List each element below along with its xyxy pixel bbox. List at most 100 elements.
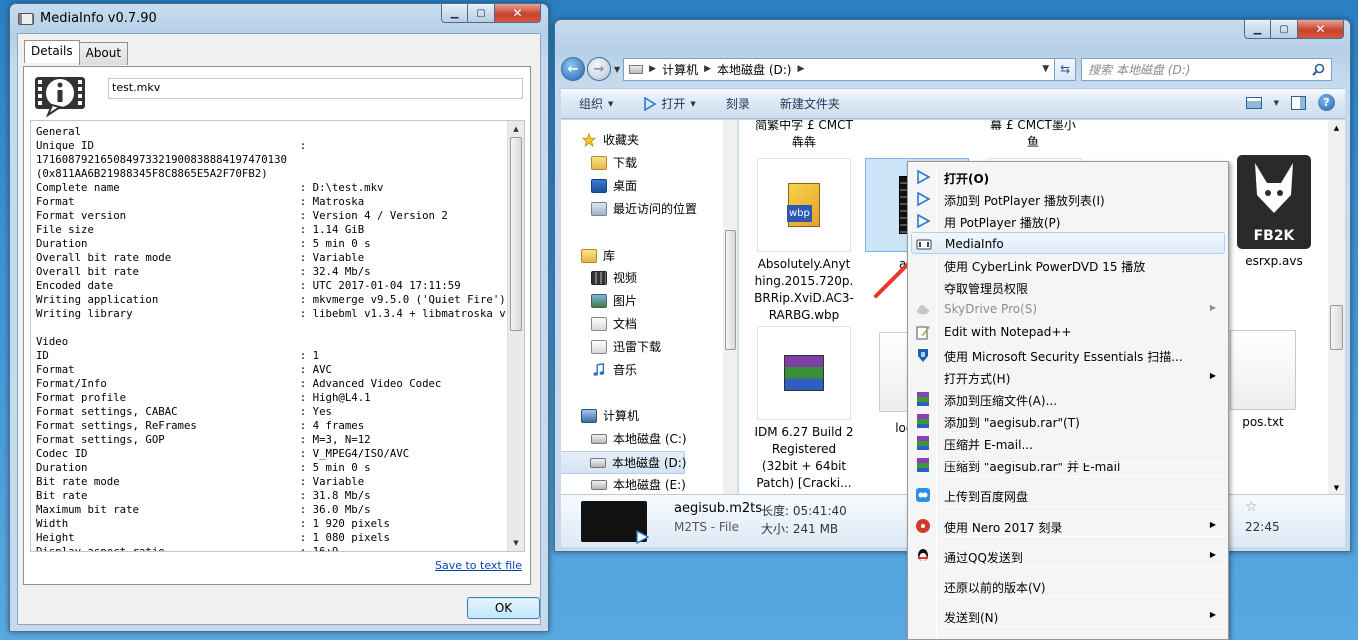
address-dropdown-icon[interactable]: ▼ [1042,64,1049,74]
breadcrumb-computer[interactable]: 计算机 [662,61,698,78]
file-list-scrollbar[interactable]: ▲ ▼ [1328,120,1345,494]
nav-music[interactable]: 音乐 [591,361,637,378]
ok-button[interactable]: OK [467,597,540,619]
nav-drive-e[interactable]: 本地磁盘 (E:) [591,476,686,493]
nav-computer[interactable]: 计算机 [581,407,639,424]
change-view-icon[interactable] [1245,96,1262,109]
nav-pictures[interactable]: 图片 [591,292,637,309]
context-menu-item-0[interactable]: 打开(O) [911,166,1225,188]
back-button[interactable]: ← [561,57,585,81]
chevron-right-icon[interactable]: ▶ [649,64,656,74]
scroll-up-arrow-icon[interactable]: ▲ [1328,120,1345,132]
context-menu-item-4[interactable]: 使用 CyberLink PowerDVD 15 播放 [911,254,1225,276]
new-folder-button[interactable]: 新建文件夹 [780,95,840,112]
search-icon [1312,63,1325,76]
minimize-button[interactable]: ▁ [1244,20,1271,39]
context-menu-item-8[interactable]: 使用 Microsoft Security Essentials 扫描... [911,344,1225,366]
nav-libraries[interactable]: 库 [581,247,615,264]
menu-separator [940,596,1224,597]
save-to-text-link[interactable]: Save to text file [435,559,522,572]
breadcrumb-drive-d[interactable]: 本地磁盘 (D:) [717,61,791,78]
nav-favorites[interactable]: 收藏夹 [581,131,639,148]
scroll-thumb[interactable] [510,137,522,331]
nav-libraries-label: 库 [603,249,616,263]
search-input[interactable]: 搜索 本地磁盘 (D:) [1081,57,1333,81]
nav-desktop[interactable]: 桌面 [591,177,637,194]
burn-button[interactable]: 刻录 [726,95,750,112]
scroll-thumb[interactable] [1330,305,1343,350]
context-menu-item-17[interactable]: 还原以前的版本(V) [911,575,1225,597]
log-file-icon [879,332,909,416]
nav-drive-d[interactable]: 本地磁盘 (D:) [561,451,687,474]
context-menu-item-11[interactable]: 添加到 "aegisub.rar"(T) [911,410,1225,432]
close-button[interactable]: ✕ [495,4,541,23]
file-item-avs[interactable]: FB2K esrxp.avs [1224,155,1324,270]
nav-documents[interactable]: 文档 [591,315,637,332]
context-menu-item-3[interactable]: MediaInfo [911,232,1225,254]
context-menu-item-2[interactable]: 用 PotPlayer 播放(P) [911,210,1225,232]
forward-button[interactable]: → [587,57,611,81]
close-button[interactable]: ✕ [1298,20,1344,39]
context-menu-item-16[interactable]: 通过QQ发送到 ▶ [911,545,1225,567]
file-name: Absolutely.Anything.2015.720p.BRRip.XviD… [754,257,854,322]
details-panel: test.mkv General Unique ID :1716087921650… [23,66,531,585]
maximize-button[interactable]: ▢ [468,4,495,23]
selected-file-size: 大小: 241 MB [761,522,839,536]
context-menu-label: SkyDrive Pro(S) [944,302,1038,316]
refresh-button[interactable]: ⇆ [1055,57,1077,81]
context-menu-item-7[interactable]: Edit with Notepad++ [911,321,1225,343]
nav-drive-d-label: 本地磁盘 (D:) [612,456,687,470]
scroll-down-arrow-icon[interactable]: ▼ [1328,484,1345,492]
context-menu-item-5[interactable]: 夺取管理员权限 [911,276,1225,298]
recent-pages-dropdown-icon[interactable]: ▼ [614,65,620,74]
context-menu-item-1[interactable]: 添加到 PotPlayer 播放列表(I) [911,188,1225,210]
rating-star-icon[interactable]: ☆ [1245,499,1258,515]
context-menu-item-18[interactable]: 发送到(N) ▶ [911,605,1225,627]
nav-videos[interactable]: 视频 [591,269,637,286]
minimize-button[interactable]: ▁ [441,4,468,23]
tab-details[interactable]: Details [24,40,80,63]
context-menu-item-15[interactable]: 使用 Nero 2017 刻录 ▶ [911,515,1225,537]
mediainfo-titlebar[interactable]: MediaInfo v0.7.90 [18,11,157,26]
info-line: Format settings, ReFrames : 4 frames [36,419,365,432]
organize-button[interactable]: 组织 ▼ [579,95,613,112]
info-text-area[interactable]: General Unique ID :1716087921650849733219… [30,120,525,552]
chevron-down-icon[interactable]: ▼ [1274,99,1279,107]
filename-field[interactable]: test.mkv [108,78,523,99]
open-button[interactable]: 打开 ▼ [643,95,696,112]
search-placeholder: 搜索 本地磁盘 (D:) [1088,62,1191,77]
context-menu-item-6[interactable]: SkyDrive Pro(S) ▶ [911,298,1225,320]
nav-drive-c[interactable]: 本地磁盘 (C:) [591,430,687,447]
nav-downloads[interactable]: 下载 [591,154,637,171]
file-item[interactable]: 简繁中字 £ CMCT犇犇 [754,120,854,151]
scroll-thumb[interactable] [725,230,736,350]
winrar-icon [915,435,931,451]
nav-computer-label: 计算机 [603,409,640,423]
file-item-idm[interactable]: IDM 6.27 Build 2 Registered (32bit + 64b… [754,326,854,492]
nav-xunlei[interactable]: 迅雷下载 [591,338,661,355]
maximize-button[interactable]: ▢ [1271,20,1298,39]
info-line: Unique ID : [36,139,307,152]
info-scrollbar[interactable]: ▲ ▼ [507,121,524,551]
help-icon[interactable]: ? [1318,94,1335,111]
mediainfo-window: MediaInfo v0.7.90 ▁ ▢ ✕ Details About te… [9,3,549,632]
address-bar[interactable]: ▶ 计算机 ▶ 本地磁盘 (D:) ▶ ▼ [623,57,1056,81]
context-menu-item-12[interactable]: 压缩并 E-mail... [911,432,1225,454]
context-menu-item-13[interactable]: 压缩到 "aegisub.rar" 并 E-mail [911,454,1225,476]
nav-recent[interactable]: 最近访问的位置 [591,200,697,217]
chevron-right-icon[interactable]: ▶ [704,64,711,74]
scroll-down-arrow-icon[interactable]: ▼ [508,535,524,551]
info-line: Format : Matroska [36,195,365,208]
preview-pane-icon[interactable] [1291,95,1306,110]
submenu-arrow-icon: ▶ [1209,550,1216,559]
context-menu-item-10[interactable]: 添加到压缩文件(A)... [911,388,1225,410]
file-item[interactable]: 幕 £ CMCT墨小 鱼 [983,120,1083,151]
context-menu-item-14[interactable]: 上传到百度网盘 [911,484,1225,506]
chevron-right-icon[interactable]: ▶ [797,64,804,74]
scroll-up-arrow-icon[interactable]: ▲ [508,121,524,137]
context-menu-label: 用 PotPlayer 播放(P) [944,216,1061,230]
tab-about[interactable]: About [78,42,129,65]
navigation-scrollbar[interactable] [723,120,737,494]
context-menu-item-9[interactable]: 打开方式(H) ▶ [911,366,1225,388]
file-item-wbp[interactable]: wbp Absolutely.Anything.2015.720p.BRRip.… [754,158,854,324]
